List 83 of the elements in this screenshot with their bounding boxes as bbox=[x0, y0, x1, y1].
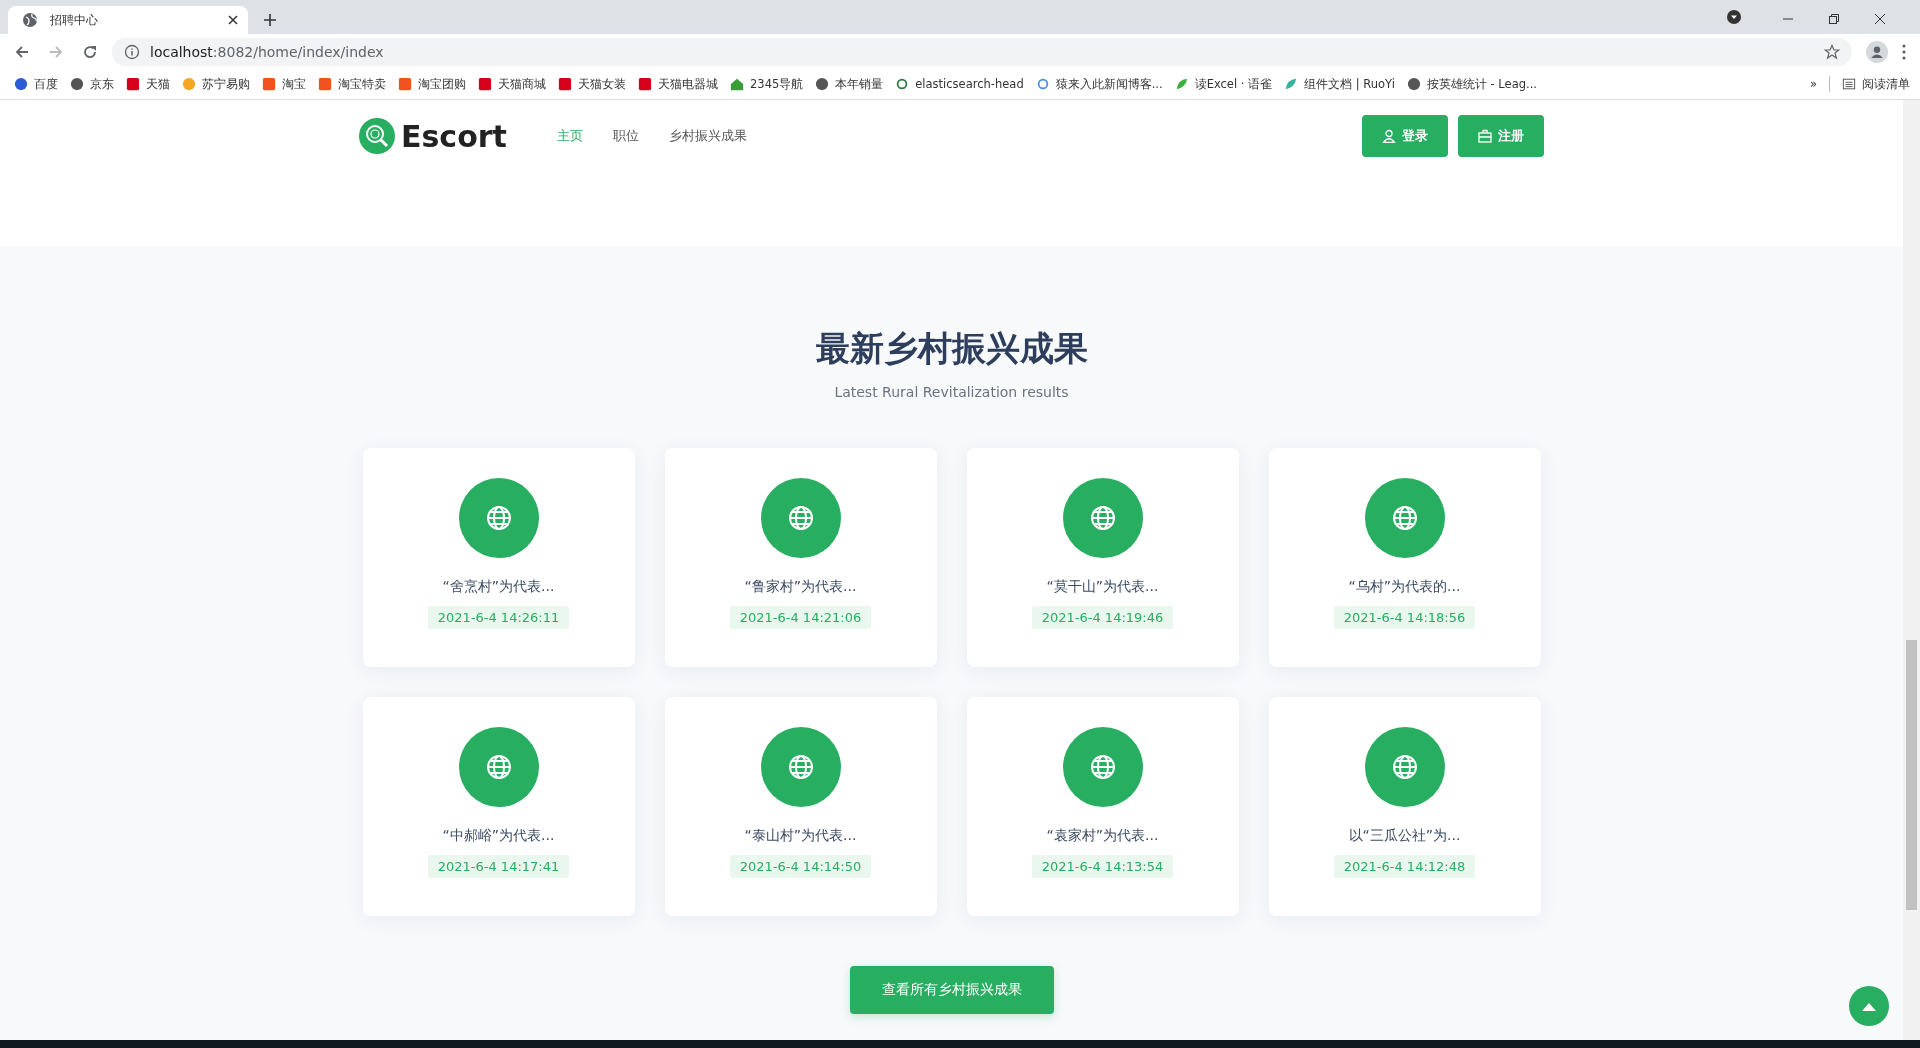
reload-icon[interactable] bbox=[82, 43, 98, 60]
card-title: “莫干山”为代表... bbox=[1046, 578, 1159, 596]
result-card[interactable]: “袁家村”为代表... 2021-6-4 14:13:54 bbox=[966, 697, 1239, 916]
result-card[interactable]: “舍烹村”为代表... 2021-6-4 14:26:11 bbox=[362, 448, 635, 667]
bookmark[interactable]: 百度 bbox=[14, 76, 58, 92]
user-icon bbox=[1382, 129, 1396, 143]
bookmark[interactable]: 读Excel · 语雀 bbox=[1174, 76, 1273, 92]
bookmark-icon bbox=[730, 77, 744, 91]
date-badge: 2021-6-4 14:17:41 bbox=[427, 855, 570, 878]
bookmark-icon bbox=[1035, 77, 1050, 91]
section-title: 最新乡村振兴成果 bbox=[815, 327, 1088, 370]
star-icon[interactable] bbox=[1824, 43, 1840, 60]
card-title: 以“三瓜公社”为... bbox=[1348, 827, 1461, 845]
date-badge: 2021-6-4 14:26:11 bbox=[427, 606, 570, 629]
nav-link[interactable]: 乡村振兴成果 bbox=[668, 127, 747, 145]
logo-icon bbox=[359, 118, 395, 154]
bookmark[interactable]: 2345导航 bbox=[730, 76, 804, 92]
date-badge: 2021-6-4 14:12:48 bbox=[1333, 855, 1476, 878]
bookmark[interactable]: 天猫 bbox=[126, 76, 170, 92]
result-card[interactable]: 以“三瓜公社”为... 2021-6-4 14:12:48 bbox=[1268, 697, 1541, 916]
bookmark[interactable]: 苏宁易购 bbox=[182, 76, 250, 92]
bookmark[interactable]: 淘宝特卖 bbox=[318, 76, 386, 92]
avatar-icon[interactable] bbox=[1866, 40, 1888, 63]
bookmark[interactable]: 天猫电器城 bbox=[638, 76, 718, 92]
back-to-top-button[interactable] bbox=[1849, 986, 1889, 1026]
up-arrow-icon bbox=[1862, 1001, 1876, 1011]
menu-icon[interactable] bbox=[1902, 43, 1906, 60]
address-field[interactable]: localhost:8082/home/index/index bbox=[112, 37, 1852, 66]
more-bookmarks-button[interactable]: » bbox=[1809, 77, 1817, 91]
briefcase-icon bbox=[1478, 129, 1492, 143]
date-badge: 2021-6-4 14:21:06 bbox=[729, 606, 872, 629]
date-badge: 2021-6-4 14:13:54 bbox=[1031, 855, 1174, 878]
card-title: “鲁家村”为代表... bbox=[744, 578, 857, 596]
close-icon[interactable] bbox=[228, 15, 238, 25]
result-card[interactable]: “莫干山”为代表... 2021-6-4 14:19:46 bbox=[966, 448, 1239, 667]
logo-text: Escort bbox=[401, 118, 507, 154]
bookmark[interactable]: 按英雄统计 - Leag... bbox=[1406, 76, 1537, 92]
bookmark[interactable]: 本年销量 bbox=[815, 76, 884, 92]
bookmark-icon bbox=[398, 77, 412, 91]
bookmark[interactable]: 天猫女装 bbox=[558, 76, 626, 92]
browser-tab[interactable]: 招聘中心 bbox=[8, 6, 248, 34]
card-title: “袁家村”为代表... bbox=[1046, 827, 1159, 845]
bookmark-icon bbox=[14, 77, 28, 91]
bookmark-icon bbox=[1284, 77, 1299, 91]
new-tab-icon[interactable] bbox=[264, 14, 276, 26]
bookmark[interactable]: 猿来入此新闻博客... bbox=[1035, 76, 1163, 92]
back-arrow-icon[interactable] bbox=[14, 43, 30, 60]
list-icon bbox=[1842, 77, 1856, 91]
date-badge: 2021-6-4 14:19:46 bbox=[1031, 606, 1174, 629]
scrollbar[interactable] bbox=[1903, 100, 1920, 1040]
nav-link[interactable]: 职位 bbox=[612, 127, 639, 145]
bookmark-icon bbox=[262, 77, 276, 91]
bookmark[interactable]: 天猫商城 bbox=[478, 76, 546, 92]
result-card[interactable]: “中郝峪”为代表... 2021-6-4 14:17:41 bbox=[362, 697, 635, 916]
bookmark[interactable]: 京东 bbox=[70, 76, 114, 92]
result-card[interactable]: “鲁家村”为代表... 2021-6-4 14:21:06 bbox=[664, 448, 937, 667]
card-title: “中郝峪”为代表... bbox=[442, 827, 555, 845]
tab-title: 招聘中心 bbox=[50, 11, 99, 29]
info-icon bbox=[124, 43, 140, 60]
bookmark-icon bbox=[318, 77, 332, 91]
card-title: “舍烹村”为代表... bbox=[442, 578, 555, 596]
bookmark-icon bbox=[478, 77, 492, 91]
bookmark[interactable]: 淘宝团购 bbox=[398, 76, 466, 92]
section-subtitle: Latest Rural Revitalization results bbox=[834, 384, 1069, 400]
bookmark[interactable]: 淘宝 bbox=[262, 76, 306, 92]
date-badge: 2021-6-4 14:14:50 bbox=[729, 855, 872, 878]
result-card[interactable]: “乌村”为代表的... 2021-6-4 14:18:56 bbox=[1268, 448, 1541, 667]
card-title: “乌村”为代表的... bbox=[1348, 578, 1461, 596]
bookmark-icon bbox=[1174, 77, 1189, 91]
bookmark-icon bbox=[126, 77, 140, 91]
bookmark[interactable]: elasticsearch-head bbox=[895, 77, 1024, 91]
reading-list-button[interactable]: 阅读清单 bbox=[1842, 76, 1910, 92]
bookmark[interactable]: 组件文档 | RuoYi bbox=[1284, 76, 1395, 92]
card-title: “泰山村”为代表... bbox=[744, 827, 857, 845]
restore-icon[interactable] bbox=[1828, 13, 1840, 25]
profile-menu-icon[interactable] bbox=[1726, 9, 1742, 25]
bookmark-icon bbox=[558, 77, 572, 91]
bookmark-icon bbox=[638, 77, 652, 91]
close-window-icon[interactable] bbox=[1874, 13, 1886, 25]
result-card[interactable]: “泰山村”为代表... 2021-6-4 14:14:50 bbox=[664, 697, 937, 916]
date-badge: 2021-6-4 14:18:56 bbox=[1333, 606, 1476, 629]
bookmark-icon bbox=[895, 77, 910, 91]
bookmark-icon bbox=[182, 77, 196, 91]
